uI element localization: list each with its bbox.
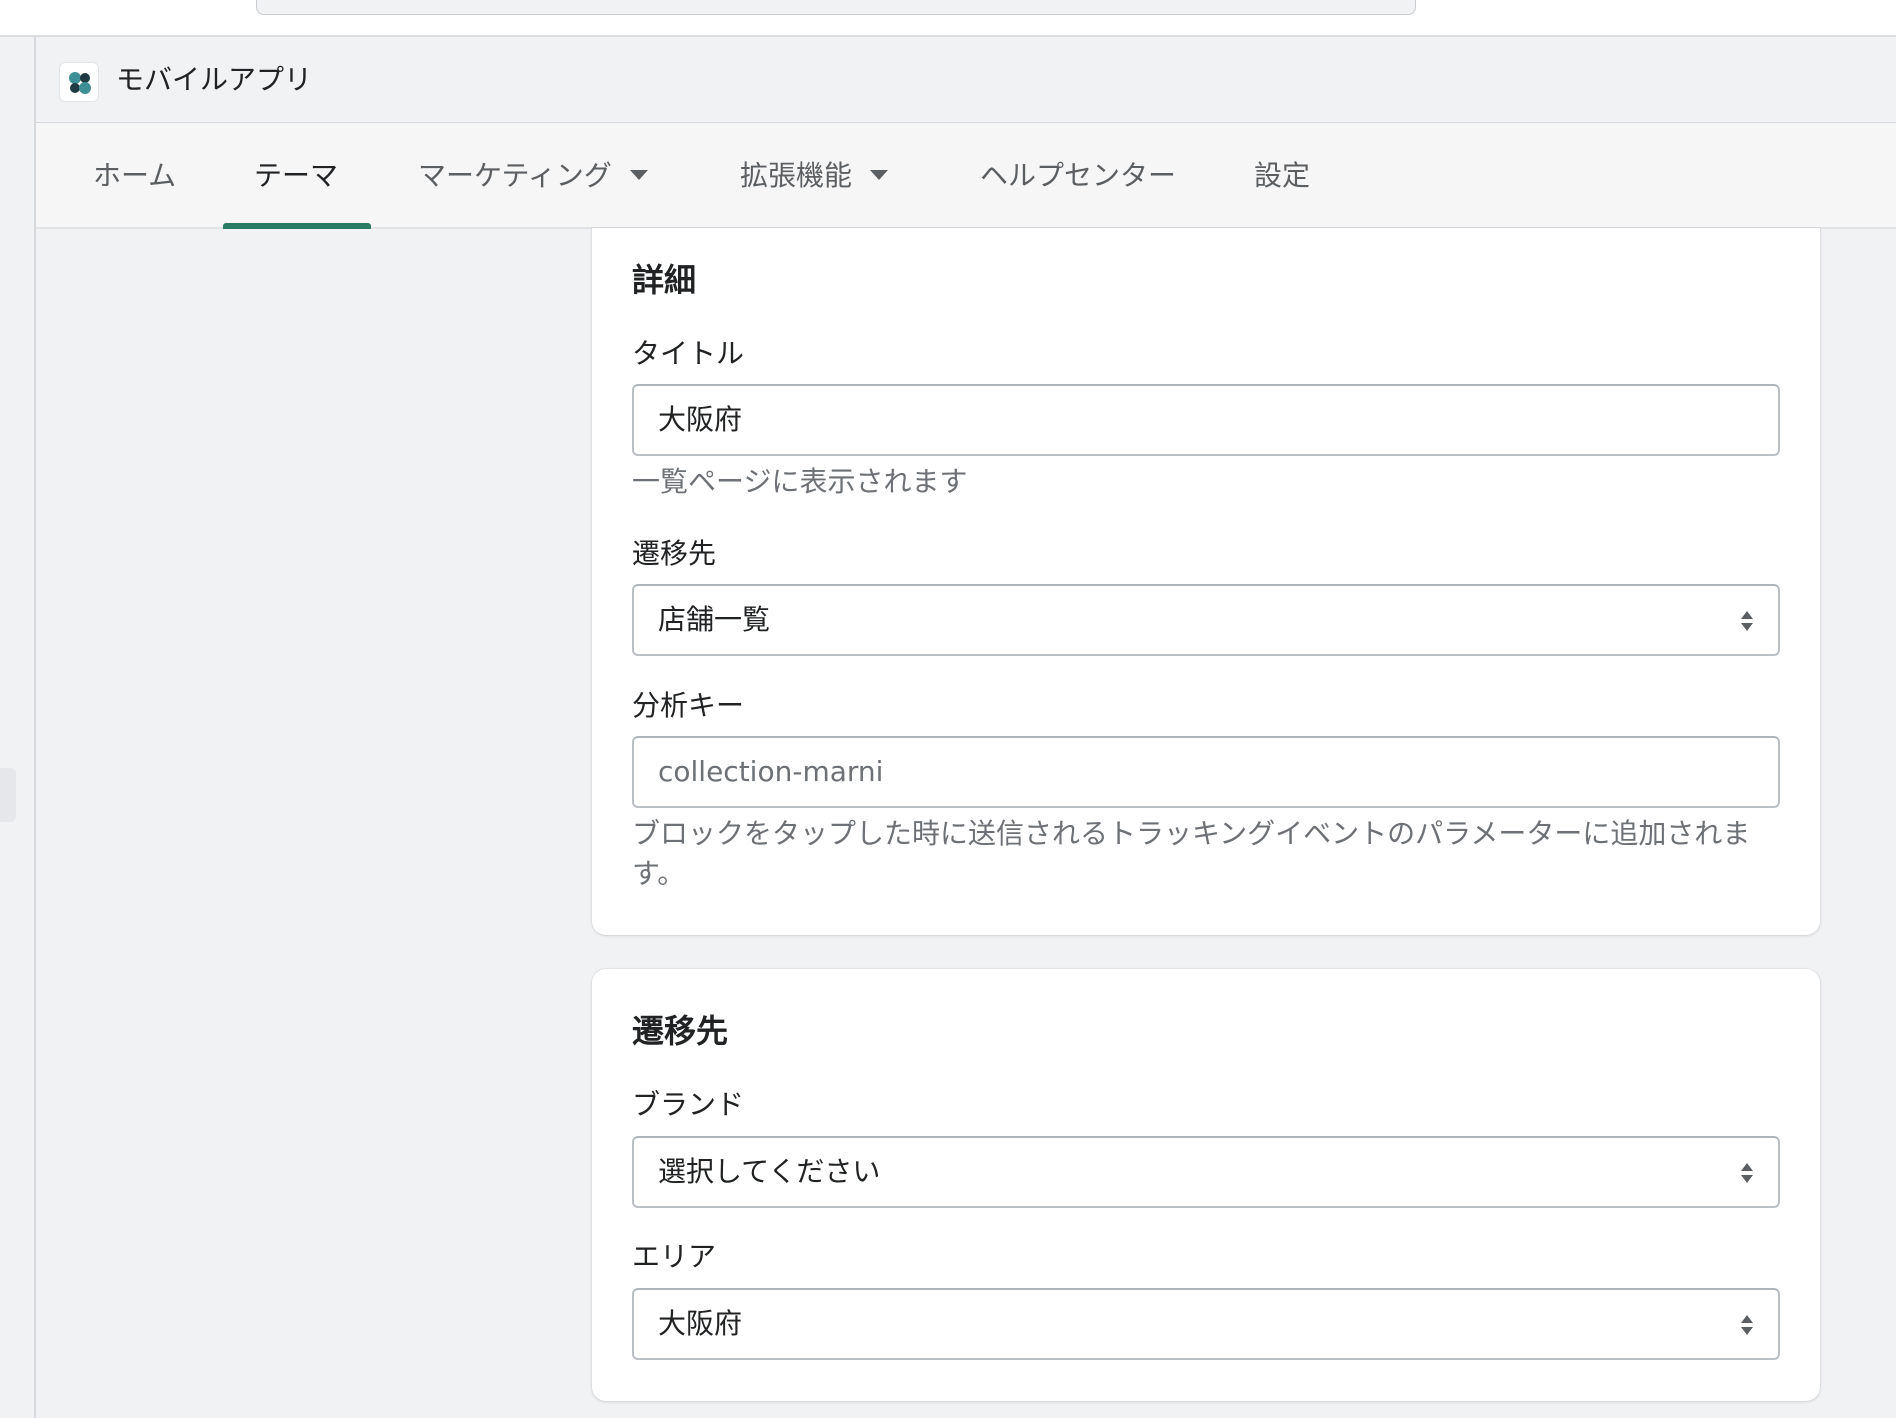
tab-settings-label: 設定 [1254,159,1311,192]
area-select[interactable]: 大阪府 [632,1288,1780,1360]
title-help-text: 一覧ページに表示されます [632,465,968,498]
tab-help-center-label: ヘルプセンター [980,159,1177,192]
select-arrows-icon [1741,611,1753,631]
details-card: 詳細 タイトル 大阪府 一覧ページに表示されます 遷移先 店舗一覧 分析キー c… [592,228,1820,935]
title-label: タイトル [632,337,745,370]
active-tab-indicator [223,223,371,229]
destination-label: 遷移先 [632,537,717,570]
destination-select[interactable]: 店舗一覧 [632,584,1780,656]
tab-theme-label: テーマ [254,159,339,192]
select-arrows-icon [1741,1315,1753,1335]
destination-heading: 遷移先 [632,1012,729,1050]
tab-extensions[interactable]: 拡張機能 [740,123,889,229]
brand-select[interactable]: 選択してください [632,1136,1780,1208]
caret-down-icon [629,170,648,180]
tab-navigation: ホーム テーマ マーケティング 拡張機能 ヘルプセンター 設定 [36,123,1896,229]
analytics-key-input[interactable]: collection-marni [632,736,1780,808]
analytics-key-label: 分析キー [632,689,745,722]
search-bar[interactable] [256,0,1416,15]
details-heading: 詳細 [632,261,697,299]
select-arrows-icon [1741,1163,1753,1183]
destination-card: 遷移先 ブランド 選択してください エリア 大阪府 [592,969,1820,1401]
caret-down-icon [870,170,889,180]
tab-theme[interactable]: テーマ [254,123,338,229]
brand-select-value: 選択してください [658,1155,881,1188]
destination-select-value: 店舗一覧 [658,603,771,636]
analytics-key-value: collection-marni [658,755,884,788]
area-select-value: 大阪府 [658,1307,743,1340]
tab-home[interactable]: ホーム [93,123,176,229]
brand-label: ブランド [632,1088,745,1121]
tab-settings[interactable]: 設定 [1254,123,1310,229]
tab-home-label: ホーム [93,159,177,192]
left-sidebar [0,37,36,1418]
title-input[interactable]: 大阪府 [632,384,1780,456]
tab-marketing[interactable]: マーケティング [418,123,648,229]
title-input-value: 大阪府 [658,403,743,436]
sidebar-toggle[interactable] [0,768,16,822]
area-label: エリア [632,1240,717,1273]
app-logo-icon [59,62,99,102]
tab-marketing-label: マーケティング [418,159,612,192]
tab-extensions-label: 拡張機能 [740,159,853,192]
app-header: モバイルアプリ [36,37,1896,123]
analytics-help-text: ブロックをタップした時に送信されるトラッキングイベントのパラメーターに追加されま… [632,817,1751,890]
top-bar [0,0,1896,37]
tab-help-center[interactable]: ヘルプセンター [980,123,1176,229]
app-title: モバイルアプリ [116,63,313,96]
